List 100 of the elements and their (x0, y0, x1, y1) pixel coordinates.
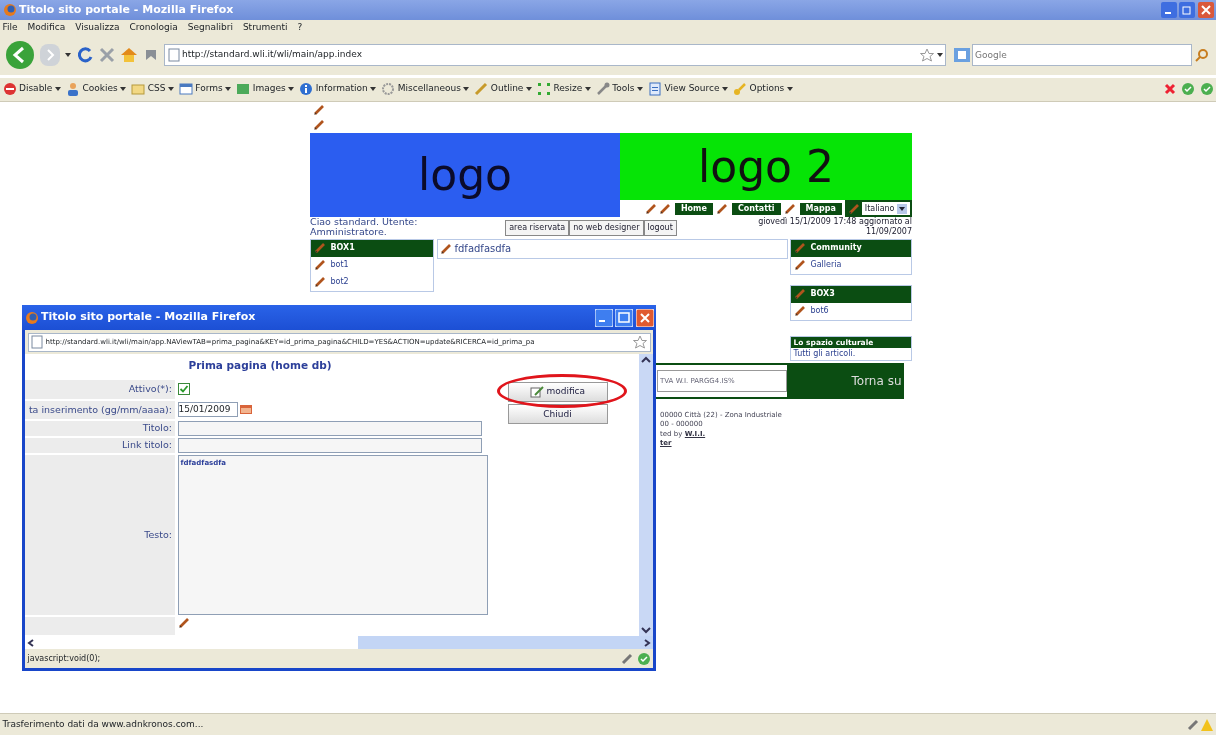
status-text: javascript:void(0); (27, 652, 102, 665)
pencil-icon[interactable] (784, 202, 797, 215)
caret-icon[interactable] (722, 86, 729, 92)
menu-item[interactable]: Segnalibri (187, 20, 233, 35)
toolbar-menu[interactable]: Information (299, 82, 377, 96)
nav-link[interactable]: Home (673, 201, 714, 216)
pencil-icon[interactable] (659, 202, 672, 215)
image-icon (236, 82, 251, 96)
box-link[interactable]: bot2 (330, 276, 349, 289)
pencil-icon[interactable] (793, 305, 806, 318)
pencil-icon[interactable] (716, 202, 729, 215)
minimize-icon[interactable] (1160, 2, 1177, 18)
wrench-icon (595, 82, 610, 96)
pencil-icon[interactable] (313, 276, 326, 289)
minimize-icon[interactable] (594, 308, 613, 327)
caret-icon[interactable] (54, 86, 61, 92)
vertical-scrollbar[interactable] (639, 354, 653, 636)
toolbar-menu[interactable]: Images (236, 82, 295, 96)
close-icon[interactable] (1197, 2, 1214, 18)
window-title: Titolo sito portale - Mozilla Firefox (19, 1, 235, 18)
calendar-icon[interactable] (240, 405, 252, 415)
pencil-icon[interactable] (177, 616, 190, 629)
box-link[interactable]: bot1 (330, 259, 349, 272)
page-icon (31, 335, 43, 349)
box-link[interactable]: bot6 (810, 305, 829, 318)
link-button[interactable]: logout (643, 219, 677, 236)
status-text: Trasferimento dati da www.adnkronos.com... (2, 717, 205, 731)
star-icon[interactable] (920, 48, 934, 62)
toolbar-menu[interactable]: Disable (2, 82, 61, 96)
pencil-icon[interactable] (644, 202, 657, 215)
caret-icon[interactable] (936, 52, 943, 58)
bookmark-icon[interactable] (143, 47, 159, 63)
caret-icon[interactable] (786, 86, 793, 92)
search-field[interactable]: Google (972, 44, 1192, 66)
box-link[interactable]: Galleria (810, 259, 842, 272)
toolbar-menu[interactable]: Resize (536, 82, 591, 96)
nav-link[interactable]: Contatti (730, 201, 782, 216)
field-label: Titolo: (25, 420, 175, 436)
address-bar[interactable]: http://standard.wli.it/wli/main/app.index (164, 44, 946, 66)
close-icon[interactable] (635, 308, 654, 327)
toolbar-menu[interactable]: CSS (131, 82, 174, 96)
maximize-icon[interactable] (615, 308, 633, 327)
form-button[interactable]: modifica (507, 381, 608, 402)
toolbar-menu[interactable]: Forms (178, 82, 232, 96)
caret-icon[interactable] (463, 86, 470, 92)
toolbar-menu[interactable]: Options (733, 82, 793, 96)
date-field[interactable]: 15/01/2009 (177, 402, 238, 418)
box-header: Community (791, 239, 911, 257)
caret-icon[interactable] (225, 86, 232, 92)
info-icon (299, 82, 314, 96)
language-select[interactable]: Italiano (862, 202, 910, 215)
back-icon[interactable] (5, 40, 35, 70)
warning-icon (1199, 717, 1214, 732)
toolbar-menu[interactable]: Miscellaneous (381, 82, 470, 96)
edit-icon (529, 385, 544, 398)
error-icon[interactable] (1163, 83, 1176, 95)
caret-icon[interactable] (65, 52, 71, 58)
dropdown-icon[interactable] (897, 203, 907, 214)
toolbar-menu[interactable]: Outline (474, 82, 532, 96)
menu-item[interactable]: Modifica (27, 20, 66, 35)
pencil-icon[interactable] (440, 242, 452, 255)
scroll-down-icon[interactable] (639, 624, 653, 636)
pencil-icon[interactable] (312, 104, 325, 116)
menu-item[interactable]: File (2, 20, 18, 35)
search-engine-icon[interactable] (953, 48, 970, 62)
caret-icon[interactable] (525, 86, 532, 92)
field-label: ta inserimento (gg/mm/aaaa): (25, 400, 175, 419)
pencil-icon[interactable] (313, 259, 326, 272)
caret-icon[interactable] (167, 86, 174, 92)
menu-item[interactable]: Cronologia (129, 20, 178, 35)
form-button[interactable]: Chiudi (507, 404, 608, 425)
text-field[interactable] (177, 437, 482, 453)
check-icon[interactable] (1199, 82, 1214, 96)
checkbox[interactable] (177, 383, 190, 396)
search-icon[interactable] (1194, 48, 1209, 62)
form-icon (178, 82, 193, 96)
toolbar-menu[interactable]: Cookies (65, 82, 127, 96)
pencil-icon[interactable] (312, 118, 325, 131)
toolbar-menu[interactable]: View Source (647, 82, 729, 96)
menu-item[interactable]: Visualizza (75, 20, 120, 35)
folder-icon (131, 82, 146, 96)
text-field[interactable] (177, 420, 482, 436)
logo: logo (310, 133, 620, 217)
menu-item[interactable]: ? (297, 20, 303, 35)
toolbar-menu[interactable]: Tools (595, 82, 643, 96)
caret-icon[interactable] (584, 86, 591, 92)
caret-icon[interactable] (288, 86, 295, 92)
pencil-icon[interactable] (793, 259, 806, 272)
caret-icon[interactable] (636, 86, 643, 92)
menu-item[interactable]: Strumenti (242, 20, 288, 35)
caret-icon[interactable] (370, 86, 377, 92)
link-button[interactable]: area riservata (505, 219, 570, 236)
box-link[interactable]: Tutti gli articoli. (791, 347, 911, 360)
back-to-top-link[interactable]: Torna su (787, 362, 904, 399)
nav-link[interactable]: Mappa (798, 201, 843, 216)
link-button[interactable]: no web designer (569, 219, 644, 236)
reload-icon[interactable] (76, 46, 94, 64)
check-icon[interactable] (1180, 82, 1195, 96)
caret-icon[interactable] (120, 86, 127, 92)
horizontal-scrollbar[interactable] (25, 636, 653, 649)
